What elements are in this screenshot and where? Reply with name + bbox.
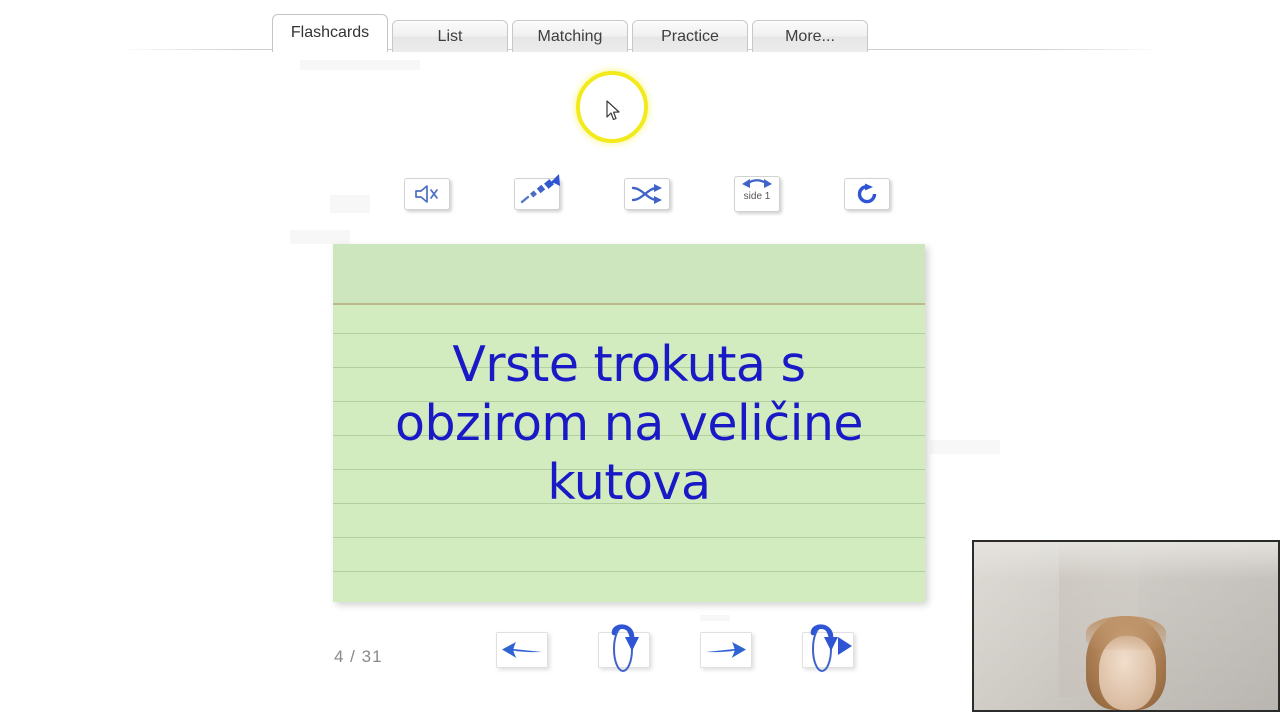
webcam-exposure-overlay [974, 542, 1278, 710]
autoplay-button[interactable] [514, 174, 560, 210]
flip-card-icon [611, 624, 639, 672]
shuffle-icon [631, 184, 662, 204]
flashcard-text: Vrste trokuta s obzirom na veličine kuto… [394, 335, 864, 511]
background-artifact [700, 615, 730, 621]
card-toolbar: side 1 [404, 174, 890, 212]
tab-list-item[interactable]: List [392, 20, 508, 52]
card-counter: 4 / 31 [334, 647, 383, 666]
tab-list: Flashcards List Matching Practice More..… [272, 14, 868, 54]
background-artifact [300, 60, 420, 70]
double-arrow-icon [742, 179, 772, 188]
shuffle-button[interactable] [624, 178, 670, 210]
tab-more[interactable]: More... [752, 20, 868, 52]
background-artifact [330, 195, 370, 213]
webcam-overlay[interactable] [972, 540, 1280, 712]
background-artifact [290, 230, 350, 244]
previous-card-button[interactable] [496, 632, 548, 668]
speaker-mute-icon [415, 185, 438, 203]
background-artifact [930, 440, 1000, 454]
tab-matching-label: Matching [537, 28, 603, 45]
tab-matching[interactable]: Matching [512, 20, 628, 52]
card-side-button[interactable]: side 1 [734, 176, 780, 212]
tab-more-label: More... [785, 28, 835, 45]
restart-button[interactable] [844, 178, 890, 210]
mouse-pointer-icon [606, 100, 620, 121]
tab-flashcards[interactable]: Flashcards [272, 14, 388, 54]
next-card-button[interactable] [700, 632, 752, 668]
tab-list-label: List [437, 28, 463, 45]
tab-practice-label: Practice [661, 28, 719, 45]
flashcard[interactable]: Vrste trokuta s obzirom na veličine kuto… [333, 244, 925, 602]
tab-practice[interactable]: Practice [632, 20, 748, 52]
refresh-icon [857, 183, 877, 204]
dashed-arrow-up-icon [520, 174, 560, 204]
flip-and-next-button[interactable] [802, 624, 854, 672]
mute-audio-button[interactable] [404, 178, 450, 210]
tab-bar: Flashcards List Matching Practice More..… [0, 0, 1280, 54]
flip-card-button[interactable] [598, 624, 650, 672]
flip-card-next-icon [810, 624, 852, 672]
card-side-label: side 1 [743, 191, 771, 202]
tab-flashcards-label: Flashcards [290, 24, 370, 41]
arrow-right-icon [706, 642, 746, 658]
card-navigation [496, 624, 854, 672]
arrow-left-icon [502, 642, 542, 658]
